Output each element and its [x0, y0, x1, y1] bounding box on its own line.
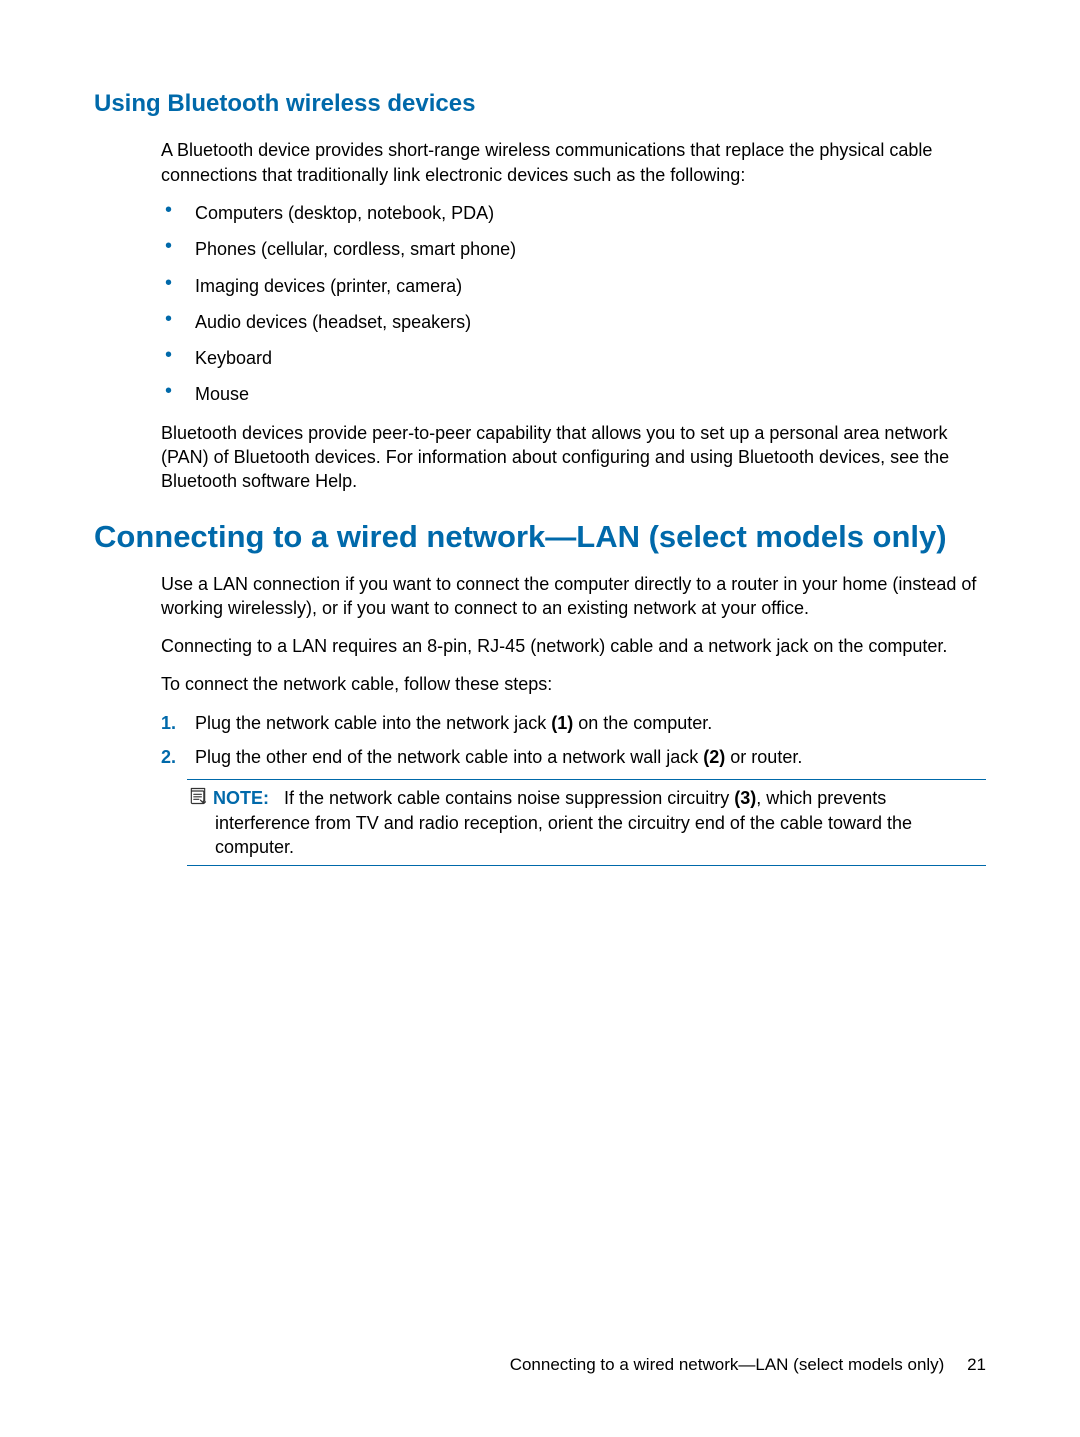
section-bluetooth-body: A Bluetooth device provides short-range …: [161, 138, 986, 493]
note-body: NOTE: If the network cable contains nois…: [187, 786, 986, 859]
bold-ref: (2): [703, 747, 725, 767]
section-lan-body: Use a LAN connection if you want to conn…: [161, 572, 986, 867]
lan-steps: 1. Plug the network cable into the netwo…: [161, 711, 986, 770]
bold-ref: (3): [734, 788, 756, 808]
list-item: Imaging devices (printer, camera): [161, 274, 986, 298]
page-number: 21: [967, 1355, 986, 1374]
list-item: Computers (desktop, notebook, PDA): [161, 201, 986, 225]
note-content: If the network cable contains noise supp…: [215, 788, 912, 857]
bluetooth-intro: A Bluetooth device provides short-range …: [161, 138, 986, 187]
list-item: Keyboard: [161, 346, 986, 370]
step-number: 1.: [161, 711, 176, 735]
note-block: NOTE: If the network cable contains nois…: [187, 779, 986, 866]
step-text-part: on the computer.: [573, 713, 712, 733]
bluetooth-device-list: Computers (desktop, notebook, PDA) Phone…: [161, 201, 986, 407]
step-text: Plug the network cable into the network …: [195, 713, 712, 733]
list-item: Phones (cellular, cordless, smart phone): [161, 237, 986, 261]
heading-bluetooth: Using Bluetooth wireless devices: [94, 88, 986, 120]
step-text: Plug the other end of the network cable …: [195, 747, 802, 767]
step-text-part: Plug the other end of the network cable …: [195, 747, 703, 767]
lan-p1: Use a LAN connection if you want to conn…: [161, 572, 986, 621]
lan-p3: To connect the network cable, follow the…: [161, 672, 986, 696]
heading-lan: Connecting to a wired network—LAN (selec…: [94, 516, 986, 558]
lan-p2: Connecting to a LAN requires an 8-pin, R…: [161, 634, 986, 658]
list-item: Mouse: [161, 382, 986, 406]
step-number: 2.: [161, 745, 176, 769]
footer-title: Connecting to a wired network—LAN (selec…: [510, 1355, 945, 1374]
step-2: 2. Plug the other end of the network cab…: [161, 745, 986, 769]
bold-ref: (1): [551, 713, 573, 733]
note-label: NOTE:: [213, 788, 269, 808]
note-icon: [187, 786, 209, 806]
bluetooth-outro: Bluetooth devices provide peer-to-peer c…: [161, 421, 986, 494]
page: Using Bluetooth wireless devices A Bluet…: [0, 0, 1080, 1437]
step-text-part: or router.: [725, 747, 802, 767]
list-item: Audio devices (headset, speakers): [161, 310, 986, 334]
note-text-part: If the network cable contains noise supp…: [284, 788, 734, 808]
step-1: 1. Plug the network cable into the netwo…: [161, 711, 986, 735]
step-text-part: Plug the network cable into the network …: [195, 713, 551, 733]
page-footer: Connecting to a wired network—LAN (selec…: [510, 1354, 986, 1377]
